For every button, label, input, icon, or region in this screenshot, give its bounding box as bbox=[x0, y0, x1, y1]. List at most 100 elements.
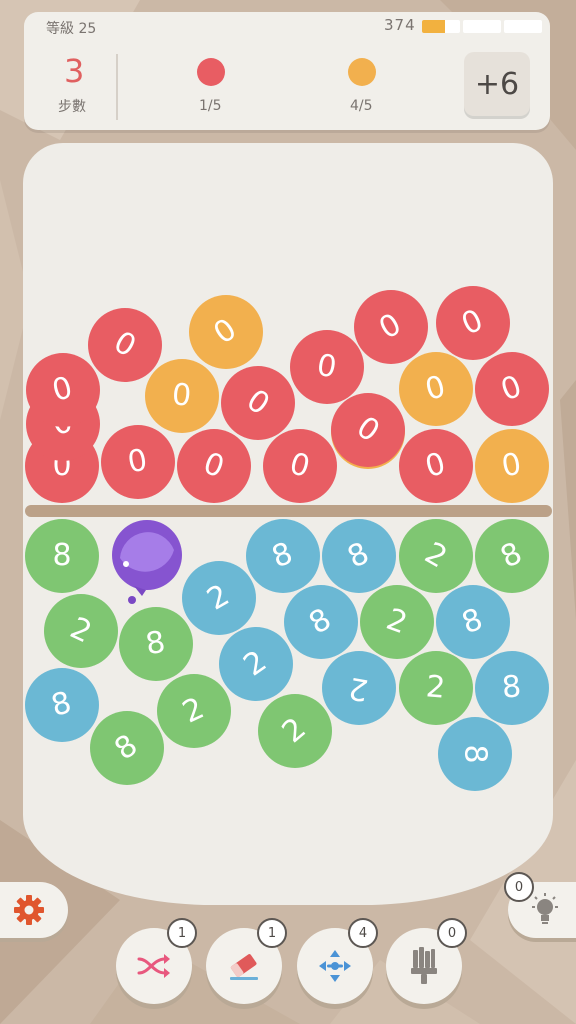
ball-number: 0 bbox=[207, 311, 244, 352]
panel-divider bbox=[116, 54, 118, 120]
goal-red-count: 1/5 bbox=[199, 98, 222, 114]
ball-number: 0 bbox=[422, 369, 450, 408]
bottom-ball-green[interactable]: 8 bbox=[475, 519, 549, 593]
progress-segment bbox=[463, 20, 501, 33]
top-ball-orange[interactable]: 0 bbox=[475, 429, 549, 503]
moves-label: 步數 bbox=[58, 99, 86, 115]
bottom-ball-green[interactable]: 8 bbox=[119, 607, 193, 681]
ball-number: 2 bbox=[177, 690, 210, 731]
ball-number: 0 bbox=[373, 306, 408, 347]
eraser-count-badge: 1 bbox=[257, 918, 287, 948]
ball-number: 2 bbox=[425, 669, 448, 706]
bottom-ball-green[interactable]: 2 bbox=[399, 651, 473, 725]
goal-orange-ball-icon bbox=[348, 58, 376, 86]
bottom-ball-blue[interactable]: 8 bbox=[284, 585, 358, 659]
ball-number: 0 bbox=[240, 382, 277, 423]
top-ball-red[interactable]: 0 bbox=[475, 352, 549, 426]
goal-red-ball-icon bbox=[197, 58, 225, 86]
ball-number: 0 bbox=[456, 302, 489, 343]
move-arrows-icon bbox=[319, 950, 351, 982]
top-ball-orange[interactable]: 0 bbox=[145, 359, 219, 433]
ball-number: 0 bbox=[171, 377, 194, 414]
top-ball-red[interactable]: 0 bbox=[354, 290, 428, 364]
top-ball-red[interactable]: 0 bbox=[436, 286, 510, 360]
ball-number: 2 bbox=[276, 711, 314, 751]
ball-number: 0 bbox=[108, 324, 143, 365]
bonus-moves-button[interactable]: +6 bbox=[464, 52, 530, 116]
bottom-ball-green[interactable]: 2 bbox=[399, 519, 473, 593]
ball-number: 8 bbox=[457, 601, 488, 642]
bottom-ball-blue[interactable]: 2 bbox=[322, 651, 396, 725]
hint-count-badge: 0 bbox=[504, 872, 534, 902]
board-divider bbox=[25, 505, 552, 517]
ball-number: 8 bbox=[495, 535, 528, 576]
score-value: 374 bbox=[384, 16, 416, 34]
bottom-ball-green[interactable]: 2 bbox=[360, 585, 434, 659]
bottom-ball-green[interactable]: 8 bbox=[25, 519, 99, 593]
top-ball-red[interactable]: 0 bbox=[88, 308, 162, 382]
progress-fill bbox=[422, 20, 445, 33]
bottom-ball-blue[interactable]: 8 bbox=[25, 668, 99, 742]
bottom-ball-green[interactable]: 2 bbox=[157, 674, 231, 748]
ball-number: 8 bbox=[342, 535, 375, 576]
ball-number: 0 bbox=[496, 368, 527, 409]
ball-number: 8 bbox=[52, 538, 72, 573]
paint-brush-icon bbox=[411, 947, 437, 984]
score-progress-bar bbox=[422, 20, 542, 33]
goal-orange-count: 4/5 bbox=[350, 98, 373, 114]
top-ball-red[interactable]: 0 bbox=[221, 366, 295, 440]
ball-number: 2 bbox=[65, 610, 98, 651]
top-ball-red[interactable]: 0 bbox=[263, 429, 337, 503]
top-ball-red[interactable]: 0 bbox=[331, 393, 405, 467]
ball-number: 2 bbox=[201, 577, 236, 618]
bottom-ball-blue[interactable]: 8 bbox=[475, 651, 549, 725]
top-ball-red[interactable]: 0 bbox=[101, 425, 175, 499]
ball-number: 8 bbox=[143, 624, 169, 663]
brush-count-badge: 0 bbox=[437, 918, 467, 948]
shuffle-icon bbox=[137, 954, 170, 978]
bottom-ball-blue[interactable]: 8 bbox=[246, 519, 320, 593]
ball-number: 8 bbox=[303, 601, 338, 642]
bottom-ball-green[interactable]: 2 bbox=[44, 594, 118, 668]
top-ball-orange[interactable]: 0 bbox=[399, 352, 473, 426]
ball-number: 0 bbox=[422, 446, 450, 485]
shuffle-count-badge: 1 bbox=[167, 918, 197, 948]
moves-remaining: 3 bbox=[64, 52, 85, 90]
bottom-ball-blue[interactable]: 8 bbox=[322, 519, 396, 593]
ball-number: 8 bbox=[500, 669, 523, 706]
progress-segment bbox=[504, 20, 542, 33]
ball-number: 0 bbox=[314, 347, 340, 386]
bottom-ball-green[interactable]: 8 bbox=[90, 711, 164, 785]
purple-bomb-ball[interactable] bbox=[112, 520, 182, 604]
ball-number: 0 bbox=[49, 370, 77, 409]
settings-button[interactable] bbox=[0, 882, 68, 938]
bottom-ball-blue[interactable]: 2 bbox=[219, 627, 293, 701]
level-label: 等級 25 bbox=[46, 21, 97, 37]
ball-number: 0 bbox=[499, 446, 525, 485]
bottom-ball-blue[interactable]: 2 bbox=[182, 561, 256, 635]
top-ball-red[interactable]: 0 bbox=[26, 353, 100, 427]
top-ball-orange[interactable]: 0 bbox=[189, 295, 263, 369]
eraser-icon bbox=[230, 954, 258, 980]
gear-icon bbox=[14, 895, 44, 925]
ball-number: 8 bbox=[108, 727, 145, 768]
move-count-badge: 4 bbox=[348, 918, 378, 948]
bottom-ball-blue[interactable]: 8 bbox=[438, 717, 512, 791]
ball-number: 2 bbox=[382, 601, 413, 642]
ball-number: 8 bbox=[48, 685, 76, 724]
top-ball-red[interactable]: 0 bbox=[177, 429, 251, 503]
top-ball-red[interactable]: 0 bbox=[399, 429, 473, 503]
top-ball-red[interactable]: 0 bbox=[290, 330, 364, 404]
ball-number: 0 bbox=[125, 442, 151, 481]
ball-number: 8 bbox=[267, 535, 298, 576]
lightbulb-icon bbox=[532, 893, 558, 924]
ball-number: 0 bbox=[350, 409, 387, 450]
goals-panel: 3 步數 1/5 4/5 +6 bbox=[24, 38, 550, 130]
bottom-ball-green[interactable]: 2 bbox=[258, 694, 332, 768]
progress-segment bbox=[422, 20, 460, 33]
ball-number: 8 bbox=[458, 744, 493, 764]
ball-number: 2 bbox=[237, 643, 274, 684]
bottom-ball-blue[interactable]: 8 bbox=[436, 585, 510, 659]
ball-number: 0 bbox=[286, 446, 314, 485]
ball-number: 2 bbox=[346, 669, 372, 708]
